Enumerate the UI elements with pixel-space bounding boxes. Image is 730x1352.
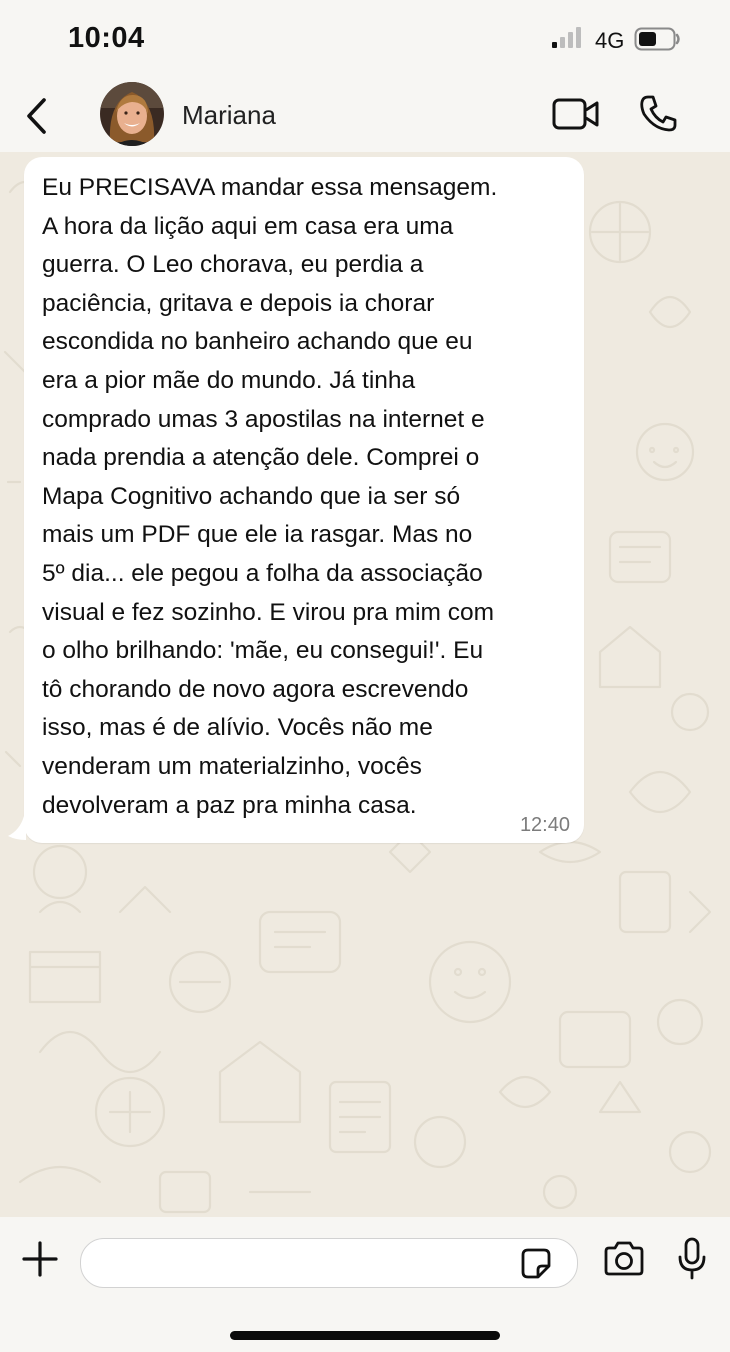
message-input[interactable] <box>80 1238 578 1288</box>
network-type: 4G <box>595 28 625 53</box>
avatar[interactable] <box>100 82 164 146</box>
video-camera-icon[interactable] <box>552 97 600 131</box>
sticker-icon[interactable] <box>519 1247 553 1281</box>
chat-header: Mariana <box>0 78 730 152</box>
home-indicator <box>230 1331 500 1340</box>
battery-icon <box>634 27 680 51</box>
signal-bars-icon <box>552 27 581 48</box>
message-bubble[interactable]: Eu PRECISAVA mandar essa mensagem. A hor… <box>24 157 584 843</box>
bubble-tail <box>8 812 26 840</box>
camera-icon[interactable] <box>602 1241 646 1277</box>
avatar-photo <box>100 82 164 146</box>
phone-icon[interactable] <box>638 94 678 134</box>
input-bar <box>0 1217 730 1352</box>
chevron-left-icon[interactable] <box>22 96 52 136</box>
status-bar: 10:04 4G <box>0 0 730 78</box>
microphone-icon[interactable] <box>676 1237 708 1281</box>
message-text: Eu PRECISAVA mandar essa mensagem. A hor… <box>42 174 498 819</box>
contact-name[interactable]: Mariana <box>182 100 276 131</box>
plus-icon[interactable] <box>20 1239 60 1279</box>
status-time: 10:04 <box>68 22 145 54</box>
chat-area[interactable]: Eu PRECISAVA mandar essa mensagem. A hor… <box>0 152 730 1217</box>
message-time: 12:40 <box>519 814 570 836</box>
